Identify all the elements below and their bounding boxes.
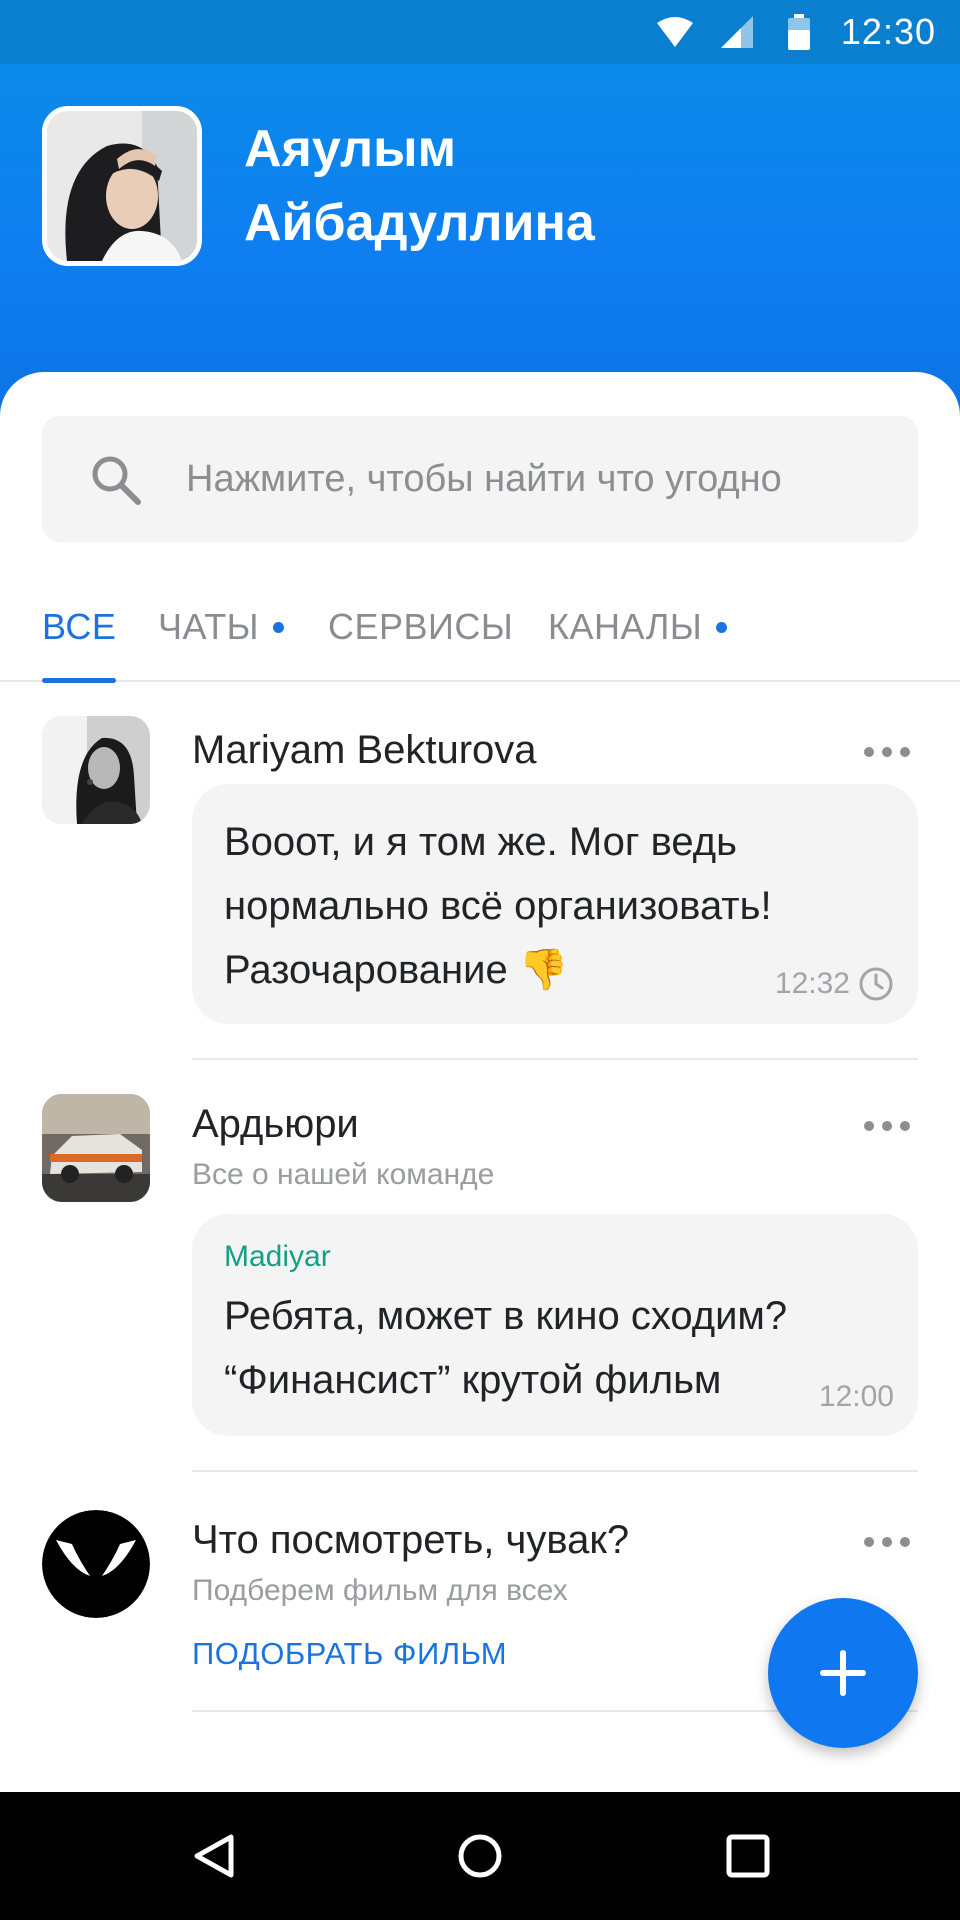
clock-icon: [859, 967, 893, 1001]
signal-icon: [717, 12, 757, 52]
tab-services-label: СЕРВИСЫ: [328, 606, 514, 647]
more-icon[interactable]: [864, 1536, 910, 1548]
tab-chats[interactable]: ЧАТЫ: [158, 572, 285, 682]
message-line: нормально всё организовать!: [224, 884, 772, 928]
tab-services[interactable]: СЕРВИСЫ: [328, 572, 513, 682]
divider: [192, 1470, 918, 1472]
message-bubble[interactable]: Вооот, и я том же. Мог ведь нормально вс…: [192, 784, 918, 1024]
status-time: 12:30: [840, 11, 936, 52]
message-text: Ребята, может в кино сходим? “Финансист”…: [224, 1284, 886, 1412]
active-tab-indicator: [42, 678, 116, 683]
system-nav-bar: [0, 1792, 960, 1920]
feed-item[interactable]: Ардьюри Все о нашей команде Madiyar Ребя…: [0, 1088, 960, 1508]
tab-channels[interactable]: КАНАЛЫ: [548, 572, 728, 682]
main-sheet: ВСЕ ЧАТЫ СЕРВИСЫ КАНАЛЫ Mariyam Bekt: [0, 372, 960, 1792]
avatar[interactable]: [42, 1510, 150, 1618]
item-subtitle: Подберем фильм для всех: [192, 1574, 568, 1607]
profile-avatar[interactable]: [42, 106, 202, 266]
avatar[interactable]: [42, 716, 150, 824]
more-icon[interactable]: [864, 1120, 910, 1132]
recents-icon[interactable]: [718, 1826, 778, 1886]
item-subtitle: Все о нашей команде: [192, 1158, 495, 1191]
divider: [192, 1058, 918, 1060]
more-icon[interactable]: [864, 746, 910, 758]
battery-icon: [779, 12, 819, 52]
compose-button[interactable]: [768, 1598, 918, 1748]
tab-channels-label: КАНАЛЫ: [548, 606, 703, 647]
back-icon[interactable]: [184, 1826, 244, 1886]
item-title: Mariyam Bekturova: [192, 728, 537, 772]
pick-movie-link[interactable]: ПОДОБРАТЬ ФИЛЬМ: [192, 1636, 507, 1672]
unread-dot: [716, 621, 728, 633]
tab-bar: ВСЕ ЧАТЫ СЕРВИСЫ КАНАЛЫ: [0, 572, 960, 683]
message-time: 12:32: [775, 966, 894, 1002]
message-author: Madiyar: [224, 1240, 331, 1273]
message-line: Вооот, и я том же. Мог ведь: [224, 820, 737, 864]
message-time-text: 12:32: [774, 967, 850, 1000]
search-input[interactable]: [186, 457, 886, 501]
profile-last-name: Айбадуллина: [244, 194, 595, 252]
item-title: Ардьюри: [192, 1102, 359, 1146]
wifi-icon: [655, 12, 695, 52]
message-line: Ребята, может в кино сходим?: [224, 1294, 788, 1338]
item-title: Что посмотреть, чувак?: [192, 1518, 630, 1562]
profile-name: Аяулым Айбадуллина: [244, 112, 664, 260]
message-time-text: 12:00: [818, 1380, 894, 1413]
search-bar[interactable]: [42, 416, 918, 542]
tab-all-label: ВСЕ: [42, 606, 117, 647]
status-bar: 12:30: [0, 0, 960, 64]
tab-all[interactable]: ВСЕ: [42, 572, 116, 682]
message-time: 12:00: [819, 1380, 894, 1414]
profile[interactable]: Аяулым Айбадуллина: [42, 106, 664, 266]
search-icon: [92, 456, 141, 505]
tab-chats-label: ЧАТЫ: [158, 606, 260, 647]
unread-dot: [273, 621, 285, 633]
profile-header: 12:30 Аяулым Айбадуллина: [0, 0, 960, 420]
message-bubble[interactable]: Madiyar Ребята, может в кино сходим? “Фи…: [192, 1214, 918, 1436]
home-icon[interactable]: [450, 1826, 510, 1886]
avatar[interactable]: [42, 1094, 150, 1202]
plus-icon: [820, 1650, 866, 1696]
message-line: “Финансист” крутой фильм: [224, 1358, 722, 1402]
profile-first-name: Аяулым: [244, 120, 457, 178]
